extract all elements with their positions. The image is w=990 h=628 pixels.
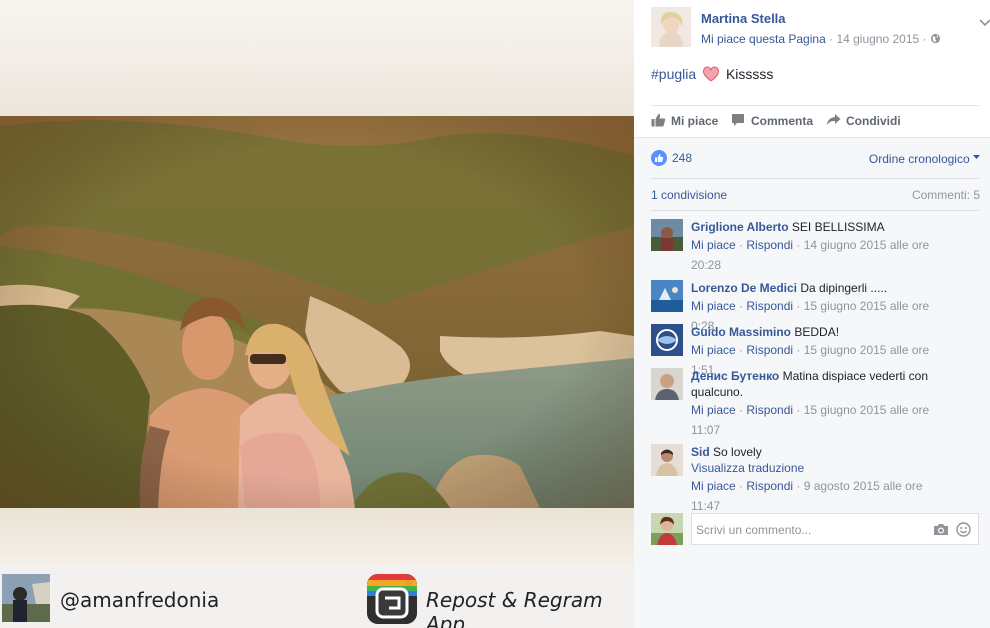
globe-icon: [930, 33, 940, 44]
like-reaction-icon: [651, 150, 667, 166]
thumbs-up-icon: [651, 113, 666, 127]
comment-like-link[interactable]: Mi piace: [691, 299, 736, 313]
comment-reply-link[interactable]: Rispondi: [746, 343, 793, 357]
comment-composer: Scrivi un commento...: [651, 513, 981, 547]
comment-count: Commenti: 5: [911, 188, 980, 202]
comment-input[interactable]: Scrivi un commento...: [691, 513, 979, 545]
comment-avatar[interactable]: [651, 324, 683, 356]
comment-reply-link[interactable]: Rispondi: [746, 479, 793, 493]
comment-like-link[interactable]: Mi piace: [691, 403, 736, 417]
regram-app-name: Repost & Regram App: [426, 588, 603, 628]
comment-order-dropdown[interactable]: Ordine cronologico: [869, 152, 980, 166]
comment-text: BEDDA!: [794, 325, 840, 339]
regram-username: @amanfredonia: [60, 588, 220, 612]
comment-body: Griglione Alberto SEI BELLISSIMA Mi piac…: [691, 219, 941, 275]
comment-author[interactable]: Lorenzo De Medici: [691, 281, 797, 295]
comment-icon: [732, 114, 744, 126]
comment-meta: Mi piace · Rispondi · 14 giugno 2015 all…: [691, 238, 930, 272]
chevron-down-icon[interactable]: [979, 17, 990, 29]
comment-text: SEI BELLISSIMA: [791, 220, 885, 234]
post-message: #puglia Kisssss: [651, 66, 773, 82]
like-page-link[interactable]: Mi piace questa Pagina: [701, 32, 826, 46]
feedback-section: 248 Ordine cronologico 1 condivisione Co…: [634, 137, 990, 628]
comment-order-label: Ordine cronologico: [868, 152, 970, 166]
current-user-avatar: [651, 513, 683, 545]
post-actions: Mi piace Commenta Condividi: [651, 112, 981, 130]
likes-count[interactable]: 248: [672, 151, 692, 165]
hashtag-link[interactable]: #puglia: [651, 66, 696, 82]
comment-reply-link[interactable]: Rispondi: [746, 403, 793, 417]
meta-separator-2: ·: [922, 32, 927, 46]
comment-button-label: Commenta: [751, 114, 814, 128]
regram-user-avatar: [2, 574, 50, 622]
comment-author[interactable]: Guido Massimino: [691, 325, 791, 339]
comment-avatar[interactable]: [651, 219, 683, 251]
caret-down-icon: [973, 155, 980, 159]
comment-reply-link[interactable]: Rispondi: [746, 299, 793, 313]
divider: [651, 210, 979, 211]
comment-body: Sid So lovely Visualizza traduzione Mi p…: [691, 444, 941, 516]
post-text: Kisssss: [725, 66, 774, 82]
post-photo[interactable]: @amanfredonia Repost & Regram App: [0, 0, 634, 628]
likes-row: 248 Ordine cronologico: [651, 150, 980, 168]
post-side-panel: Martina Stella Mi piace questa Pagina · …: [634, 0, 990, 628]
divider: [651, 178, 979, 179]
comment-avatar[interactable]: [651, 368, 683, 400]
post-date[interactable]: 14 giugno 2015: [836, 32, 919, 46]
photo-scene: [0, 116, 634, 508]
shares-row: 1 condivisione Commenti: 5: [651, 188, 980, 204]
see-translation-link[interactable]: Visualizza traduzione: [691, 460, 941, 476]
comment-like-link[interactable]: Mi piace: [691, 343, 736, 357]
photo-sky: [0, 0, 634, 116]
heart-icon: [703, 66, 720, 82]
facebook-photo-viewer: @amanfredonia Repost & Regram App Martin…: [0, 0, 990, 628]
camera-icon[interactable]: [933, 523, 949, 536]
page-name[interactable]: Martina Stella: [701, 11, 786, 26]
comment-author[interactable]: Griglione Alberto: [691, 220, 789, 234]
like-button-label: Mi piace: [671, 114, 719, 128]
comment-text: So lovely: [713, 445, 762, 459]
post-meta: Mi piace questa Pagina · 14 giugno 2015 …: [701, 32, 941, 46]
comment-author[interactable]: Денис Бутенко: [691, 369, 779, 383]
emoji-icon[interactable]: [956, 522, 971, 537]
comment-avatar[interactable]: [651, 444, 683, 476]
comment-reply-link[interactable]: Rispondi: [746, 238, 793, 252]
comment-avatar[interactable]: [651, 280, 683, 312]
comment-like-link[interactable]: Mi piace: [691, 238, 736, 252]
comment-input-placeholder: Scrivi un commento...: [696, 523, 812, 537]
comment-meta: Mi piace · Rispondi · 15 giugno 2015 all…: [691, 403, 930, 437]
comment-author[interactable]: Sid: [691, 445, 710, 459]
share-icon: [827, 114, 841, 125]
divider: [651, 105, 979, 106]
share-button-label: Condividi: [846, 114, 901, 128]
shares-link[interactable]: 1 condivisione: [651, 188, 727, 202]
page-avatar[interactable]: [651, 7, 691, 47]
comment-text: Da dipingerli .....: [800, 281, 888, 295]
regram-app-icon: [367, 574, 417, 624]
comment-body: Денис Бутенко Matina dispiace vederti co…: [691, 368, 941, 440]
photo-bottom-fade: [0, 508, 634, 566]
comment-like-link[interactable]: Mi piace: [691, 479, 736, 493]
comment-meta: Mi piace · Rispondi · 9 agosto 2015 alle…: [691, 479, 923, 513]
meta-separator: ·: [829, 32, 834, 46]
